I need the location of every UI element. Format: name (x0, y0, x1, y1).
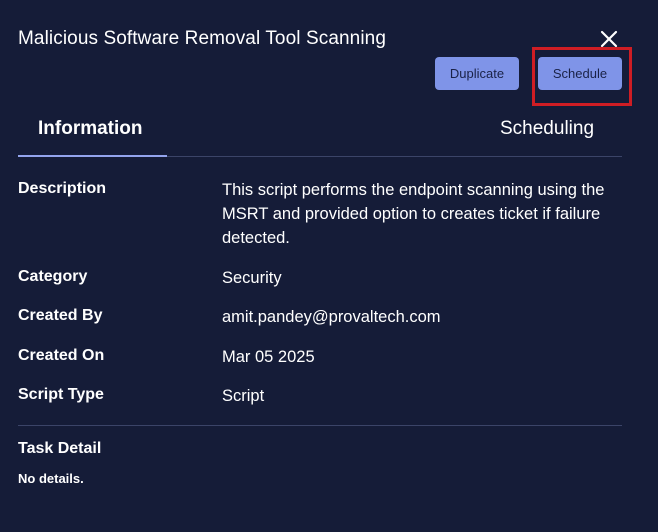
category-label: Category (18, 268, 88, 285)
tab-information[interactable]: Information (38, 118, 143, 140)
created-by-label: Created By (18, 307, 103, 324)
description-value: This script performs the endpoint scanni… (222, 181, 605, 247)
script-type-value: Script (222, 387, 265, 405)
created-on-label: Created On (18, 347, 105, 364)
created-on-value: Mar 05 2025 (222, 348, 315, 366)
category-value: Security (222, 269, 282, 287)
created-by-value: amit.pandey@provaltech.com (222, 308, 441, 326)
task-detail-title: Task Detail (18, 440, 102, 457)
task-detail-body: No details. (18, 471, 84, 486)
schedule-button[interactable]: Schedule (538, 57, 622, 90)
close-icon[interactable] (598, 28, 620, 50)
script-type-label: Script Type (18, 386, 104, 403)
dialog-title: Malicious Software Removal Tool Scanning (18, 28, 386, 49)
tab-scheduling[interactable]: Scheduling (500, 118, 594, 140)
section-divider (18, 425, 622, 426)
description-label: Description (18, 180, 107, 197)
active-tab-indicator (18, 155, 167, 157)
duplicate-button[interactable]: Duplicate (435, 57, 519, 90)
